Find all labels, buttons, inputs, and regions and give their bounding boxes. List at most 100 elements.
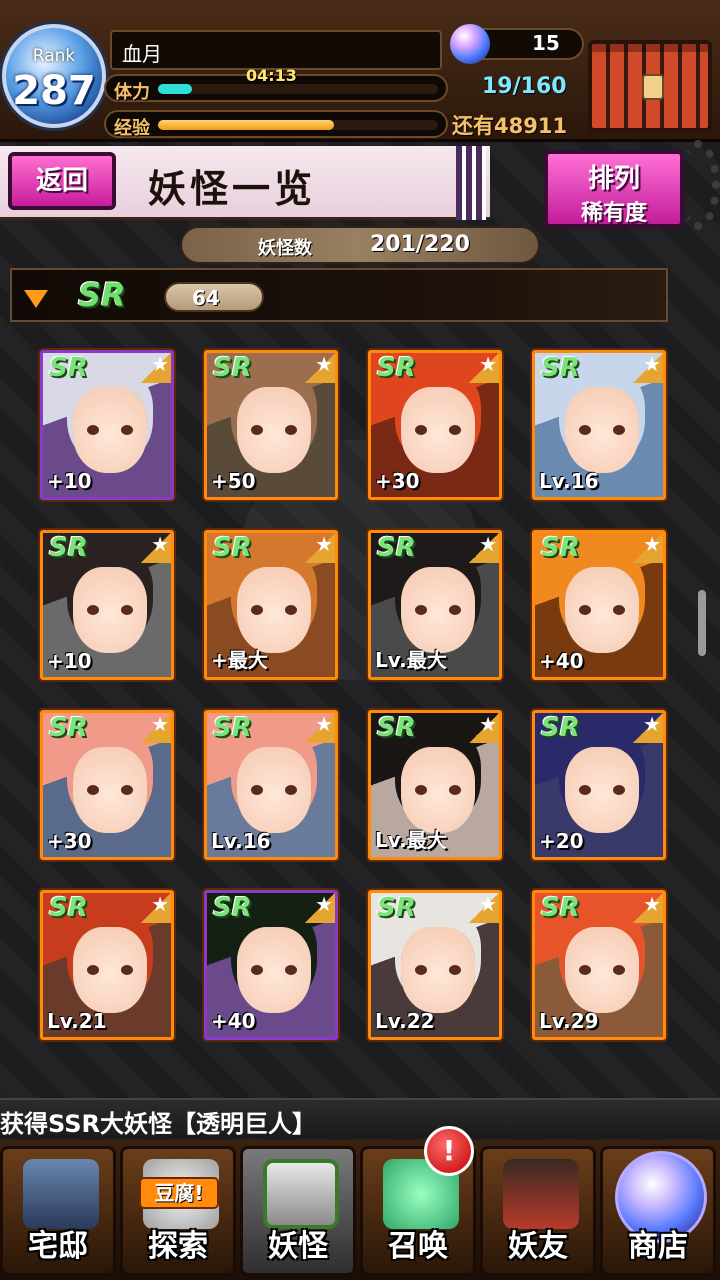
youkai-card[interactable]: SR ★ +30 [368,350,502,500]
tofu-tag: 豆腐! [139,1177,219,1209]
card-rarity-badge: SR [377,533,416,563]
card-rarity-badge: SR [377,713,416,743]
card-level: Lv.22 [375,1009,435,1033]
nav-summon-label: 召唤 [388,1229,448,1264]
nav-shop-button[interactable]: 商店 [600,1146,716,1276]
star-icon: ★ [633,893,663,923]
star-icon: ★ [305,533,335,563]
youkai-eyes [87,965,133,975]
youkai-eyes [251,785,297,795]
card-level: Lv.16 [211,829,271,853]
youkai-eyes [579,785,625,795]
card-rarity-badge: SR [49,893,88,923]
friend-avatar-icon [503,1159,579,1229]
card-level: +20 [539,829,584,853]
card-rarity-badge: SR [541,893,580,923]
card-rarity-badge: SR [541,533,580,563]
nav-youkai-button[interactable]: 妖怪 [240,1146,356,1276]
card-level: +40 [539,649,584,673]
card-level: +最大 [211,648,268,672]
star-icon: ★ [141,893,171,923]
star-icon: ★ [469,713,499,743]
card-rarity-badge: SR [377,353,416,383]
youkai-card[interactable]: SR ★ +10 [40,530,174,680]
youkai-card[interactable]: SR ★ +10 [40,350,174,500]
youkai-eyes [415,965,461,975]
youkai-card[interactable]: SR ★ +40 [204,890,338,1040]
card-rarity-badge: SR [49,713,88,743]
youkai-card[interactable]: SR ★ Lv.最大 [368,530,502,680]
card-rarity-badge: SR [213,533,252,563]
card-level: +30 [375,469,420,493]
star-icon: ★ [633,353,663,383]
star-icon: ★ [305,353,335,383]
youkai-eyes [579,965,625,975]
card-level: +10 [47,649,92,673]
card-level: Lv.最大 [375,648,447,672]
youkai-card[interactable]: SR ★ +20 [532,710,666,860]
ticker-text: 获得SSR大妖怪【透明巨人】 [0,1110,316,1138]
card-rarity-badge: SR [49,533,88,563]
youkai-card[interactable]: SR ★ Lv.最大 [368,710,502,860]
youkai-eyes [579,605,625,615]
youkai-eyes [87,785,133,795]
youkai-card[interactable]: SR ★ +40 [532,530,666,680]
youkai-card[interactable]: SR ★ +最大 [204,530,338,680]
nav-friends-button[interactable]: 妖友 [480,1146,596,1276]
star-icon: ★ [469,533,499,563]
nav-mansion-button[interactable]: 宅邸 [0,1146,116,1276]
card-rarity-badge: SR [49,353,88,383]
youkai-eyes [87,605,133,615]
youkai-card[interactable]: SR ★ +30 [40,710,174,860]
youkai-card[interactable]: SR ★ Lv.22 [368,890,502,1040]
star-icon: ★ [469,353,499,383]
card-level: Lv.29 [539,1009,599,1033]
card-rarity-badge: SR [541,353,580,383]
card-level: Lv.最大 [375,828,447,852]
nav-shop-label: 商店 [628,1229,688,1264]
card-rarity-badge: SR [213,713,252,743]
news-ticker: 获得SSR大妖怪【透明巨人】 [0,1098,720,1138]
card-rarity-badge: SR [541,713,580,743]
youkai-eyes [415,785,461,795]
mansion-icon [23,1159,99,1229]
star-icon: ★ [633,713,663,743]
youkai-card[interactable]: SR ★ Lv.29 [532,890,666,1040]
star-icon: ★ [633,533,663,563]
youkai-eyes [415,605,461,615]
nav-mansion-label: 宅邸 [28,1229,88,1264]
youkai-scroll-icon [263,1159,339,1229]
card-rarity-badge: SR [213,893,252,923]
star-icon: ★ [305,893,335,923]
nav-explore-button[interactable]: 豆腐! 探索 [120,1146,236,1276]
star-icon: ★ [305,713,335,743]
card-level: +30 [47,829,92,853]
youkai-card-grid: SR ★ +10 SR ★ +50 SR ★ +30 SR ★ Lv.16 SR ★ +10 SR ★ +最大 SR… [0,0,720,1280]
youkai-card[interactable]: SR ★ Lv.21 [40,890,174,1040]
star-icon: ★ [141,533,171,563]
youkai-eyes [415,425,461,435]
card-rarity-badge: SR [377,893,416,923]
youkai-card[interactable]: SR ★ +50 [204,350,338,500]
card-level: +40 [211,1009,256,1033]
alert-badge-icon: ! [424,1126,474,1176]
nav-explore-label: 探索 [148,1229,208,1264]
youkai-eyes [251,425,297,435]
star-icon: ★ [469,893,499,923]
card-rarity-badge: SR [213,353,252,383]
youkai-eyes [579,425,625,435]
star-icon: ★ [141,713,171,743]
star-icon: ★ [141,353,171,383]
nav-friends-label: 妖友 [508,1229,568,1264]
card-level: +10 [47,469,92,493]
youkai-eyes [251,965,297,975]
card-level: Lv.21 [47,1009,107,1033]
scrollbar[interactable] [696,330,706,1090]
card-level: Lv.16 [539,469,599,493]
youkai-eyes [251,605,297,615]
youkai-card[interactable]: SR ★ Lv.16 [532,350,666,500]
nav-youkai-label: 妖怪 [268,1229,328,1264]
youkai-eyes [87,425,133,435]
youkai-card[interactable]: SR ★ Lv.16 [204,710,338,860]
scrollbar-thumb[interactable] [698,590,706,656]
